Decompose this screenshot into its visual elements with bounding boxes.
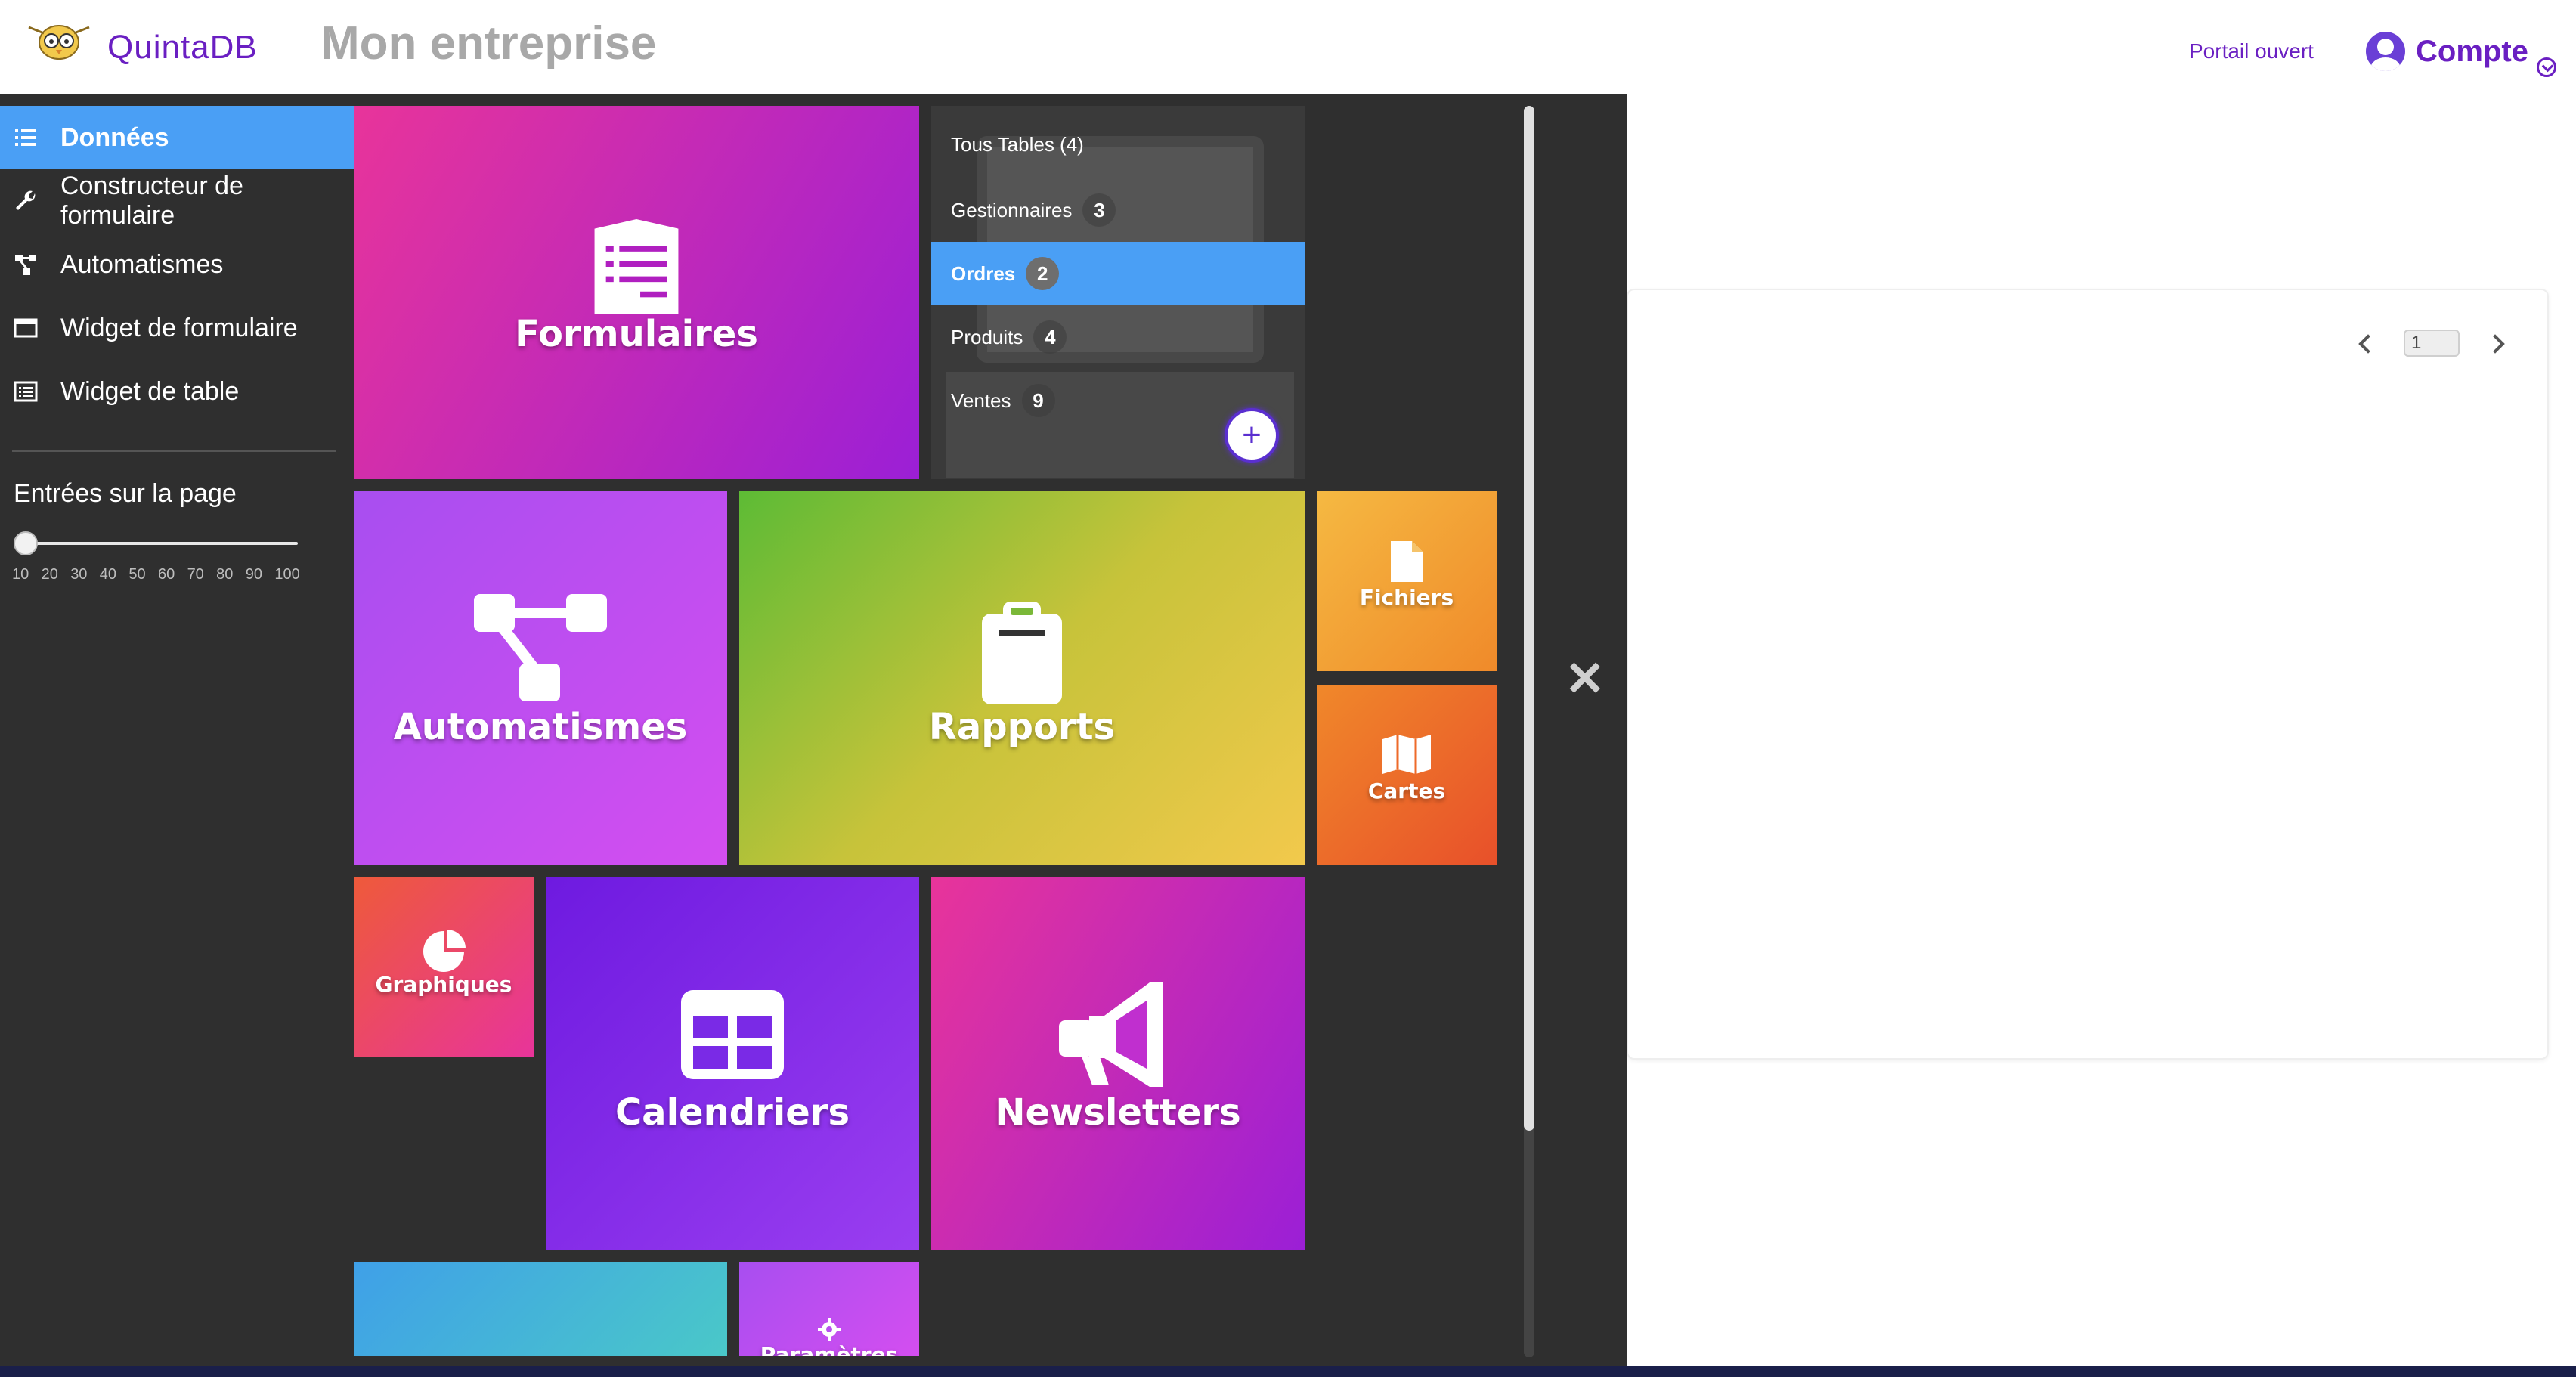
slider-tick: 100 (274, 566, 300, 583)
tile-label: Cartes (1367, 778, 1446, 803)
table-name: Ordres (951, 261, 1016, 285)
sidebar-item-donnees[interactable]: Données (0, 106, 354, 169)
slider-tick: 40 (99, 566, 117, 583)
count-badge: 9 (1021, 384, 1055, 417)
count-badge: 3 (1082, 193, 1116, 227)
sidebar-item-automatismes[interactable]: Automatismes (0, 233, 354, 296)
window-icon (14, 318, 38, 338)
table-list-icon (14, 381, 38, 402)
user-avatar-icon (2366, 32, 2405, 71)
account-label: Compte (2416, 34, 2528, 68)
slider-tick: 20 (41, 566, 58, 583)
content-card (1627, 289, 2549, 1060)
slider-tick: 80 (216, 566, 234, 583)
tile-label: Automatismes (393, 706, 688, 748)
owl-logo-icon[interactable] (21, 17, 97, 62)
tile-label: Newsletters (995, 1091, 1241, 1134)
tile-partial-blue[interactable] (354, 1262, 727, 1356)
table-row-gestionnaires[interactable]: Gestionnaires 3 (931, 178, 1305, 242)
sidebar-item-label: Données (60, 122, 169, 152)
tile-automatismes[interactable]: Automatismes (354, 491, 727, 865)
account-menu[interactable]: Compte (2366, 30, 2528, 73)
entries-per-page-title: Entrées sur la page (14, 479, 237, 508)
chevron-down-icon[interactable] (2537, 57, 2556, 77)
tile-calendriers[interactable]: Calendriers (546, 877, 919, 1250)
overlay-scrollbar[interactable] (1524, 106, 1534, 1357)
tile-label: Graphiques (375, 972, 512, 997)
tile-newsletters[interactable]: Newsletters (931, 877, 1305, 1250)
entries-per-page-slider[interactable] (14, 530, 301, 557)
megaphone-icon (1059, 982, 1163, 1087)
sidebar-item-label: Widget de table (60, 376, 240, 406)
close-icon[interactable]: ✕ (1565, 654, 1605, 703)
scrollbar-thumb[interactable] (1524, 106, 1534, 1131)
apps-overlay: Données Constructeur de formulaire Autom… (0, 94, 1627, 1377)
bottom-edge (0, 1366, 2576, 1377)
tile-graphiques[interactable]: Graphiques (354, 877, 534, 1057)
tile-label: Calendriers (615, 1091, 850, 1134)
tile-parametres[interactable]: Paramètres (739, 1262, 919, 1356)
tile-formulaires[interactable]: Formulaires (354, 106, 919, 479)
slider-ticks: 10 20 30 40 50 60 70 80 90 100 (12, 566, 354, 583)
pie-chart-icon (423, 930, 466, 972)
form-icon (594, 219, 679, 314)
page-number-input[interactable]: 1 (2404, 330, 2460, 357)
tile-label: Rapports (928, 706, 1116, 748)
sidebar-item-label: Widget de formulaire (60, 313, 298, 342)
gear-icon (818, 1318, 841, 1341)
map-icon (1382, 735, 1431, 774)
tile-fichiers[interactable]: Fichiers (1317, 491, 1497, 671)
table-name: Produits (951, 325, 1023, 348)
tile-rapports[interactable]: Rapports (739, 491, 1305, 865)
all-tables-title[interactable]: Tous Tables (4) (951, 133, 1084, 156)
logo-text[interactable]: QuintaDB (107, 29, 258, 67)
tile-label: Paramètres (760, 1342, 899, 1356)
top-bar: QuintaDB Mon entreprise Portail ouvert C… (0, 0, 2576, 94)
count-badge: 4 (1033, 320, 1067, 354)
sidebar-divider (12, 450, 336, 452)
slider-thumb[interactable] (14, 531, 38, 555)
pagination: 1 (2351, 326, 2513, 360)
slider-tick: 10 (12, 566, 29, 583)
wrench-icon (16, 190, 36, 210)
sidebar-item-form-widget[interactable]: Widget de formulaire (0, 296, 354, 360)
sidebar-item-label: Automatismes (60, 249, 224, 279)
sidebar-item-table-widget[interactable]: Widget de table (0, 360, 354, 423)
sidebar-item-form-builder[interactable]: Constructeur de formulaire (0, 169, 354, 233)
tile-cartes[interactable]: Cartes (1317, 685, 1497, 865)
table-name: Ventes (951, 388, 1011, 412)
clipboard-icon (982, 602, 1062, 704)
next-page-icon[interactable] (2482, 328, 2513, 358)
tables-panel: Tous Tables (4) Gestionnaires 3 Ordres 2… (931, 106, 1305, 479)
table-row-ordres[interactable]: Ordres 2 (931, 242, 1305, 305)
slider-tick: 90 (245, 566, 262, 583)
sidebar: Données Constructeur de formulaire Autom… (0, 106, 354, 583)
slider-tick: 70 (187, 566, 204, 583)
table-name: Gestionnaires (951, 198, 1073, 221)
slider-tick: 30 (70, 566, 88, 583)
count-badge: 2 (1026, 257, 1060, 290)
file-icon (1391, 541, 1423, 582)
sidebar-item-label: Constructeur de formulaire (60, 172, 243, 230)
tile-label: Fichiers (1359, 585, 1454, 610)
list-icon (15, 129, 36, 146)
workflow-icon (15, 255, 36, 275)
table-row-produits[interactable]: Produits 4 (931, 305, 1305, 369)
slider-track[interactable] (14, 542, 298, 545)
slider-tick: 50 (128, 566, 146, 583)
open-portal-link[interactable]: Portail ouvert (2189, 39, 2314, 63)
previous-page-icon[interactable] (2351, 328, 2381, 358)
tile-label: Formulaires (515, 313, 758, 355)
calendar-grid-icon (681, 990, 784, 1079)
workflow-icon (474, 594, 607, 701)
company-title: Mon entreprise (320, 17, 657, 70)
slider-tick: 60 (157, 566, 175, 583)
add-table-button[interactable]: + (1225, 408, 1279, 463)
